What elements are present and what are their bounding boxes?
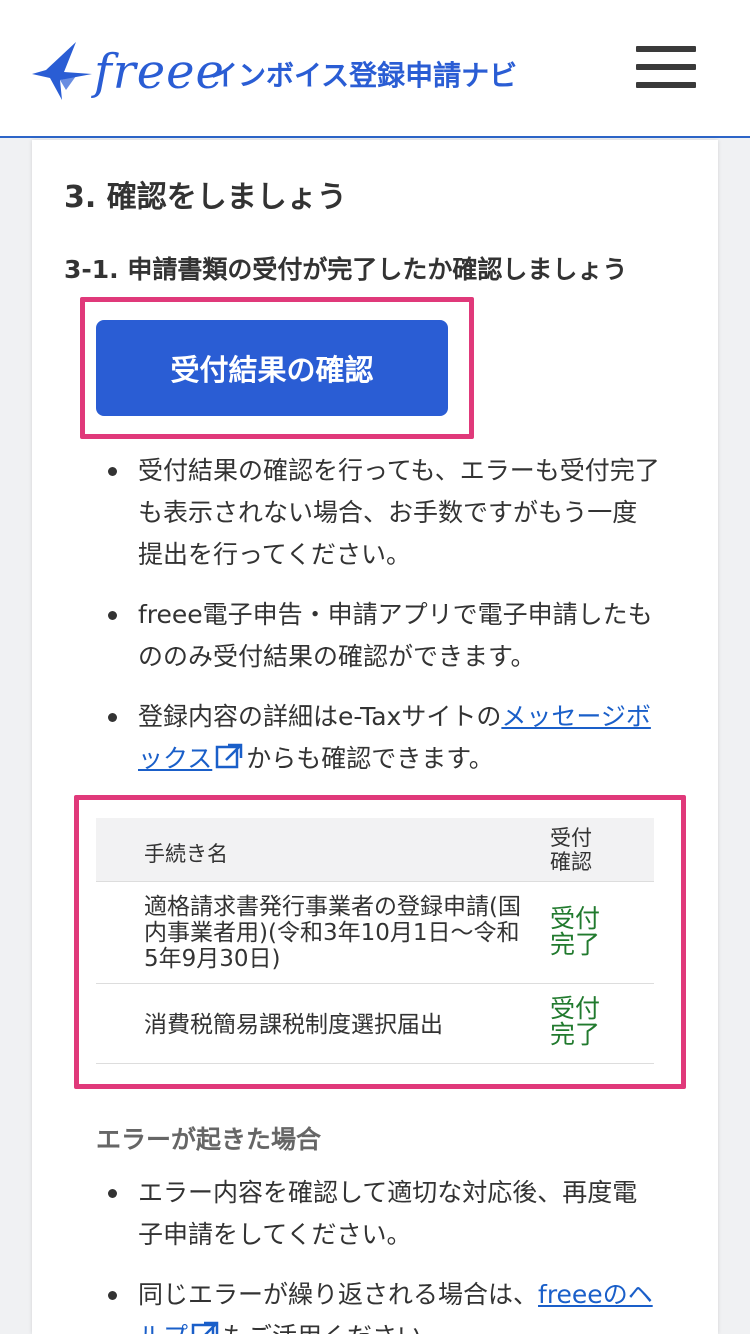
table-row: 適格請求書発行事業者の登録申請(国内事業者用)(令和3年10月1日〜令和5年9月… bbox=[96, 882, 654, 984]
note-text: 同じエラーが繰り返される場合は、 bbox=[138, 1280, 539, 1309]
note-text: からも確認できます。 bbox=[246, 744, 494, 773]
freee-logo[interactable]: freee インボイス登録申請ナビ bbox=[32, 40, 592, 106]
error-list: エラー内容を確認して適切な対応後、再度電子申請をしてください。 同じエラーが繰り… bbox=[102, 1172, 662, 1334]
status-badge: 受付完了 bbox=[550, 994, 601, 1049]
result-table: 手続き名 受付確認 適格請求書発行事業者の登録申請(国内事業者用)(令和3年10… bbox=[96, 818, 654, 1064]
hamburger-menu-icon[interactable] bbox=[636, 44, 696, 88]
external-link-icon bbox=[216, 743, 243, 769]
status-badge: 受付完了 bbox=[550, 904, 601, 959]
logo-wordmark: freee bbox=[94, 44, 225, 100]
procedure-name: 消費税簡易課税制度選択届出 bbox=[144, 1012, 443, 1038]
list-item: freee電子申告・申請アプリで電子申請したもののみ受付結果の確認ができます。 bbox=[102, 594, 662, 678]
list-item: 登録内容の詳細はe-Taxサイトのメッセージボックス からも確認できます。 bbox=[102, 696, 662, 780]
list-item: 受付結果の確認を行っても、エラーも受付完了も表示されない場合、お手数ですがもう一… bbox=[102, 450, 662, 576]
note-text: 登録内容の詳細はe-Taxサイトの bbox=[138, 702, 502, 731]
list-item: エラー内容を確認して適切な対応後、再度電子申請をしてください。 bbox=[102, 1172, 662, 1256]
external-link-icon bbox=[191, 1321, 219, 1334]
error-heading: エラーが起きた場合 bbox=[96, 1125, 322, 1154]
check-result-button[interactable]: 受付結果の確認 bbox=[96, 320, 448, 416]
list-item: 同じエラーが繰り返される場合は、freeeのヘルプもご活用ください。 bbox=[102, 1274, 662, 1334]
table-header: 手続き名 受付確認 bbox=[96, 818, 654, 882]
column-header-name: 手続き名 bbox=[144, 842, 228, 866]
procedure-name: 適格請求書発行事業者の登録申請(国内事業者用)(令和3年10月1日〜令和5年9月… bbox=[144, 894, 521, 972]
notes-list: 受付結果の確認を行っても、エラーも受付完了も表示されない場合、お手数ですがもう一… bbox=[102, 450, 662, 798]
table-row: 消費税簡易課税制度選択届出 受付完了 bbox=[96, 984, 654, 1064]
section-title: 3. 確認をしましょう bbox=[64, 180, 347, 215]
note-text: もご活用ください。 bbox=[222, 1322, 447, 1334]
app-header: freee インボイス登録申請ナビ bbox=[0, 0, 750, 138]
content-card: 3. 確認をしましょう 3-1. 申請書類の受付が完了したか確認しましょう 受付… bbox=[32, 140, 718, 1334]
logo-product-name: インボイス登録申請ナビ bbox=[210, 59, 518, 92]
column-header-status: 受付確認 bbox=[550, 826, 592, 874]
section-subtitle: 3-1. 申請書類の受付が完了したか確認しましょう bbox=[64, 255, 628, 284]
